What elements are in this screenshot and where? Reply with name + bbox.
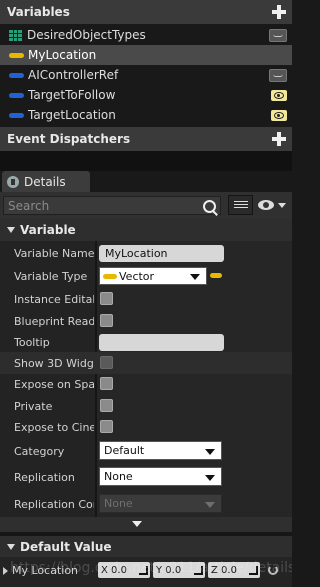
spin-arrow-icon [139, 566, 148, 575]
array-grid-icon [9, 29, 22, 41]
add-variable-icon[interactable] [272, 5, 286, 19]
variable-label: TargetLocation [28, 108, 116, 122]
variable-item-desiredobjecttypes[interactable]: DesiredObjectTypes [0, 25, 292, 45]
visibility-closed-icon[interactable] [269, 28, 287, 42]
label-category: Category [14, 445, 65, 458]
section-default-value-title: Default Value [20, 539, 112, 554]
panel-divider [0, 151, 292, 171]
advanced-expander[interactable] [0, 517, 292, 532]
collapse-arrow-icon [7, 227, 15, 233]
view-options-button[interactable] [258, 198, 290, 214]
y-value-field[interactable]: Y 0.0 [153, 562, 205, 578]
y-axis-label: Y [156, 564, 163, 576]
variable-type-dropdown[interactable]: Vector [99, 267, 207, 285]
variable-label: DesiredObjectTypes [27, 28, 146, 42]
section-variable-header[interactable]: Variable [0, 219, 292, 241]
visibility-open-icon[interactable] [271, 109, 287, 121]
chevron-down-icon [205, 501, 215, 508]
property-matrix-button[interactable] [228, 195, 253, 215]
tab-details-label: Details [24, 174, 66, 189]
label-tooltip: Tooltip [14, 336, 50, 349]
object-pin-icon [9, 92, 24, 98]
object-pin-icon [9, 112, 24, 118]
spin-arrow-icon [194, 566, 203, 575]
visibility-closed-icon[interactable] [269, 68, 287, 82]
label-expose-to-cinematics: Expose to Cinematics [14, 421, 94, 434]
replication-dropdown[interactable]: None [99, 467, 222, 486]
private-checkbox[interactable] [100, 399, 113, 412]
section-default-value-header[interactable]: Default Value [0, 536, 292, 557]
variables-title: Variables [7, 5, 70, 19]
details-icon [7, 175, 19, 188]
reset-to-default-button[interactable] [264, 562, 284, 578]
object-pin-icon [9, 72, 24, 78]
expand-arrow-icon [132, 521, 142, 527]
chevron-down-icon [205, 474, 215, 481]
expand-arrow-icon[interactable] [3, 567, 8, 575]
z-axis-label: Z [211, 564, 218, 576]
single-variable-icon[interactable] [210, 273, 222, 278]
y-value: 0.0 [165, 564, 182, 576]
label-replication-condition: Replication Condition [14, 498, 94, 511]
variable-label: AIControllerRef [28, 68, 119, 82]
variable-item-aicontrollerref[interactable]: AIControllerRef [0, 65, 292, 85]
replication-condition-dropdown[interactable]: None [99, 494, 222, 513]
label-variable-type: Variable Type [14, 270, 88, 283]
chevron-down-icon [205, 448, 215, 455]
variables-header[interactable]: Variables [0, 0, 292, 24]
blueprint-read-only-checkbox[interactable] [100, 314, 113, 327]
event-dispatchers-title: Event Dispatchers [7, 132, 131, 146]
category-value: Default [104, 444, 145, 457]
section-variable-title: Variable [20, 223, 76, 237]
label-replication: Replication [14, 471, 75, 484]
label-variable-name: Variable Name [14, 247, 94, 260]
chevron-down-icon [278, 203, 286, 208]
replication-condition-value: None [104, 497, 133, 510]
x-value: 0.0 [111, 564, 127, 576]
variable-label: TargetToFollow [28, 88, 116, 102]
replication-value: None [104, 470, 133, 483]
expose-to-cinematics-checkbox[interactable] [100, 420, 113, 433]
matrix-icon [234, 201, 248, 210]
z-value-field[interactable]: Z 0.0 [208, 562, 260, 578]
label-expose-on-spawn: Expose on Spawn [14, 378, 94, 391]
eye-pupil [263, 202, 269, 208]
chevron-down-icon [190, 274, 200, 280]
search-icon[interactable] [203, 200, 216, 213]
label-private: Private [14, 400, 53, 413]
collapse-arrow-icon [7, 543, 15, 550]
category-dropdown[interactable]: Default [99, 441, 222, 460]
variable-item-mylocation[interactable]: MyLocation [0, 45, 292, 65]
search-input[interactable]: Search [3, 196, 221, 215]
variable-type-value: Vector [119, 269, 155, 283]
variable-item-targetlocation[interactable]: TargetLocation [0, 105, 292, 125]
label-show-3d-widget: Show 3D Widget [14, 357, 94, 370]
label-blueprint-read-only: Blueprint Read Only [14, 315, 94, 328]
x-axis-label: X [101, 564, 108, 576]
label-my-location: My Location [12, 564, 79, 577]
add-dispatcher-icon[interactable] [272, 132, 286, 146]
expose-on-spawn-checkbox[interactable] [100, 377, 113, 390]
search-placeholder: Search [8, 198, 50, 213]
instance-editable-checkbox[interactable] [100, 292, 113, 305]
variable-item-targettofollow[interactable]: TargetToFollow [0, 85, 292, 105]
label-instance-editable: Instance Editable [14, 293, 94, 306]
visibility-open-icon[interactable] [271, 89, 287, 101]
spin-arrow-icon [249, 566, 258, 575]
tab-details[interactable]: Details [2, 171, 90, 192]
variable-label: MyLocation [28, 48, 97, 62]
event-dispatchers-header[interactable]: Event Dispatchers [0, 127, 292, 151]
z-value: 0.0 [221, 564, 237, 576]
vector-pin-icon [103, 273, 117, 279]
show-3d-widget-checkbox[interactable] [100, 356, 113, 369]
vector-pin-icon [9, 52, 24, 58]
x-value-field[interactable]: X 0.0 [98, 562, 150, 578]
variable-name-field[interactable]: MyLocation [99, 245, 224, 262]
reset-icon [268, 565, 278, 575]
tooltip-field[interactable] [99, 334, 224, 351]
